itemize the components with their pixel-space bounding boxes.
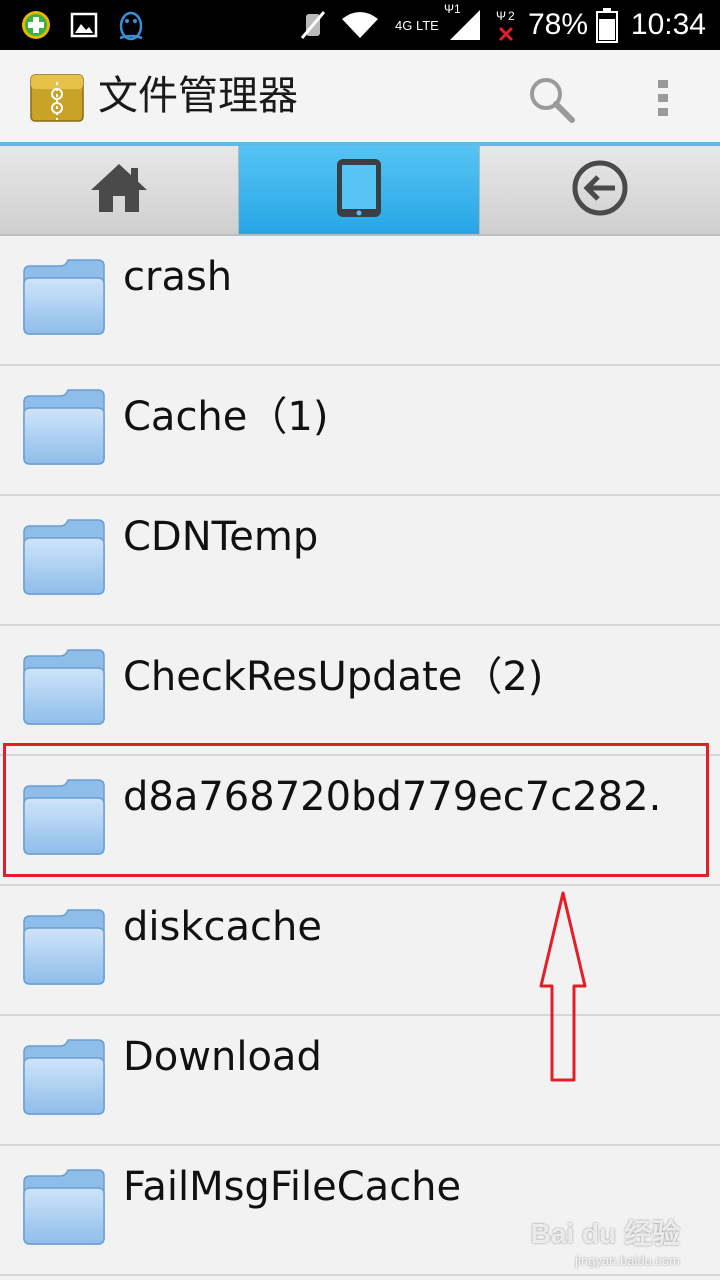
file-name: diskcache xyxy=(123,904,322,950)
tab-bar xyxy=(0,146,720,234)
svg-text:Ψ: Ψ xyxy=(496,9,506,23)
tab-device[interactable] xyxy=(239,146,480,234)
overflow-menu-icon[interactable] xyxy=(655,78,671,122)
qq-penguin-icon xyxy=(116,0,146,50)
file-name: Cache（1) xyxy=(123,394,329,440)
folder-icon xyxy=(22,388,106,470)
battery-percent: 78% xyxy=(527,8,588,41)
list-item-folder[interactable]: diskcache xyxy=(0,886,720,1016)
app-folder-icon xyxy=(30,72,84,126)
app-title: 文件管理器 xyxy=(98,73,298,119)
folder-icon xyxy=(22,258,106,340)
list-item-folder[interactable]: CDNTemp xyxy=(0,496,720,626)
up-arrow-annotation xyxy=(538,890,588,1088)
file-name: CheckResUpdate（2) xyxy=(123,654,544,700)
watermark-url: jingyan.baidu.com xyxy=(575,1253,680,1268)
wifi-icon xyxy=(340,0,380,50)
signal-icon: Ψ2 xyxy=(494,0,524,50)
folder-icon xyxy=(22,648,106,730)
folder-icon xyxy=(22,1168,106,1250)
file-name: Download xyxy=(123,1034,322,1080)
plus-circle-icon xyxy=(20,0,52,50)
file-name: crash xyxy=(123,254,233,300)
list-item-folder[interactable]: CheckResUpdate（2) xyxy=(0,626,720,756)
list-item-folder[interactable]: Download xyxy=(0,1016,720,1146)
tab-back[interactable] xyxy=(480,146,720,234)
back-arrow-icon xyxy=(571,159,629,221)
file-name: CDNTemp xyxy=(123,514,319,560)
watermark-logo: Bai du 经验 xyxy=(530,1218,680,1249)
phone-icon xyxy=(335,157,383,223)
clock: 10:34 xyxy=(630,8,706,41)
file-name: FailMsgFileCache xyxy=(123,1164,462,1210)
status-bar: 4G LTE Ψ1 Ψ2 78% 10:34 xyxy=(0,0,720,50)
sim1-label: Ψ1 xyxy=(444,2,461,16)
home-icon xyxy=(89,162,149,218)
tab-home[interactable] xyxy=(0,146,239,234)
mute-icon xyxy=(298,0,328,50)
folder-icon xyxy=(22,518,106,600)
search-icon[interactable] xyxy=(526,74,578,128)
list-item-folder[interactable]: Cache（1) xyxy=(0,366,720,496)
network-type: 4G LTE xyxy=(395,17,439,33)
action-bar: 文件管理器 xyxy=(0,50,720,142)
svg-text:2: 2 xyxy=(508,9,515,23)
image-icon xyxy=(70,0,98,50)
highlight-box xyxy=(3,743,709,877)
folder-icon xyxy=(22,908,106,990)
folder-icon xyxy=(22,1038,106,1120)
list-item-folder[interactable]: crash xyxy=(0,236,720,366)
battery-icon xyxy=(596,0,618,50)
